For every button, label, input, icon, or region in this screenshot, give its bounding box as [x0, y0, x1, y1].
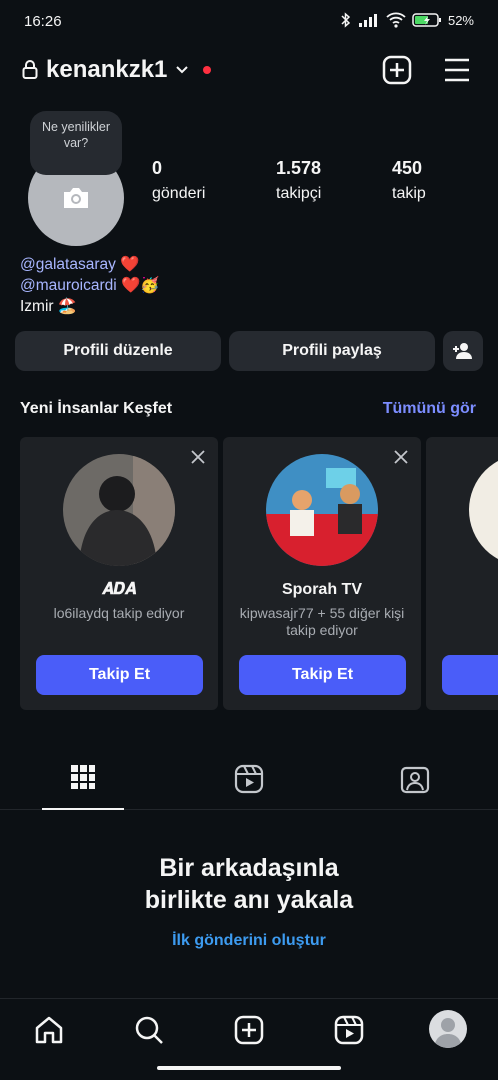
close-icon[interactable]	[393, 449, 409, 465]
bio-location: Izmir 🏖️	[20, 298, 78, 315]
wifi-icon	[386, 12, 406, 28]
status-bar: 16:26 52%	[0, 0, 498, 44]
battery-percent: 52%	[447, 12, 474, 28]
tagged-icon	[400, 766, 430, 794]
follow-button[interactable]: Takip Et	[36, 655, 203, 695]
suggestion-avatar[interactable]	[63, 454, 175, 566]
bio-mention-galatasaray[interactable]: @galatasaray ❤️	[20, 254, 160, 275]
suggestion-name: Ya	[426, 581, 498, 599]
stat-followers-label: takipçi	[276, 185, 322, 202]
bio-mention-mauroicardi[interactable]: @mauroicardi ❤️🥳	[20, 275, 160, 296]
create-post-icon[interactable]	[232, 1013, 266, 1047]
discover-title: Yeni İnsanlar Keşfet	[20, 400, 173, 417]
stat-following[interactable]: 450 takip	[392, 158, 426, 203]
suggestion-card[interactable]: Ya lo6ilaydq T	[426, 437, 498, 710]
stat-following-value: 450	[392, 158, 423, 178]
chevron-down-icon	[176, 66, 189, 74]
suggestion-mutuals: lo6ilaydq takip ediyor	[53, 605, 185, 621]
stat-posts-label: gönderi	[152, 185, 206, 202]
edit-profile-button[interactable]: Profili düzenle	[15, 331, 221, 371]
create-first-post-link[interactable]: İlk gönderini oluştur	[0, 932, 498, 950]
home-indicator	[157, 1066, 341, 1070]
grid-icon	[71, 765, 95, 789]
status-icons: 52%	[340, 12, 474, 28]
suggestion-card[interactable]: Sporah TV kipwasajr77 + 55 diğer kişi ta…	[223, 437, 421, 710]
profile-tabs	[0, 756, 498, 810]
profile-nav-avatar[interactable]	[429, 1010, 467, 1048]
username: kenankzk1	[46, 56, 168, 83]
suggestion-carousel[interactable]: 𝑨𝑫𝑨 lo6ilaydq takip ediyor Takip Et Spor…	[20, 437, 498, 710]
profile-avatar-icon	[434, 1018, 462, 1048]
suggestion-avatar[interactable]	[469, 454, 498, 566]
suggestion-name: 𝑨𝑫𝑨	[102, 581, 136, 598]
stat-posts-value: 0	[152, 158, 163, 178]
reels-nav-icon[interactable]	[332, 1013, 366, 1047]
home-icon[interactable]	[32, 1013, 66, 1047]
follow-button[interactable]: T	[442, 655, 498, 695]
suggestion-avatar[interactable]	[266, 454, 378, 566]
discover-people-button[interactable]	[443, 331, 483, 371]
create-icon[interactable]	[381, 54, 413, 86]
status-time: 16:26	[24, 13, 62, 30]
add-person-icon	[453, 343, 472, 359]
lock-icon	[22, 60, 38, 79]
battery-icon	[412, 13, 441, 27]
menu-icon[interactable]	[441, 54, 473, 86]
tab-posts[interactable]	[42, 756, 124, 810]
search-icon[interactable]	[132, 1013, 166, 1047]
suggestion-name: Sporah TV	[281, 581, 362, 598]
profile-header: kenankzk1	[0, 52, 498, 92]
see-all-link[interactable]: Tümünü gör	[383, 400, 476, 418]
suggestion-mutuals: kipwasajr77 + 55 diğer kişi takip ediyor	[239, 605, 405, 638]
notes-bubble[interactable]: Ne yenilikler var?	[30, 111, 122, 175]
follow-button[interactable]: Takip Et	[239, 655, 406, 695]
bluetooth-icon	[341, 12, 351, 28]
close-icon[interactable]	[190, 449, 206, 465]
suggestion-card[interactable]: 𝑨𝑫𝑨 lo6ilaydq takip ediyor Takip Et	[20, 437, 218, 710]
stat-following-label: takip	[392, 185, 426, 202]
reels-icon	[234, 764, 264, 794]
bio: @galatasaray ❤️ @mauroicardi ❤️🥳 Izmir 🏖…	[20, 254, 160, 317]
stat-followers[interactable]: 1.578 takipçi	[276, 158, 321, 203]
account-switcher[interactable]: kenankzk1	[22, 56, 212, 84]
stat-posts[interactable]: 0 gönderi	[152, 158, 205, 203]
share-profile-button[interactable]: Profili paylaş	[229, 331, 435, 371]
signal-icon	[358, 14, 377, 27]
tab-tagged[interactable]	[374, 756, 456, 810]
profile-actions: Profili düzenle Profili paylaş	[15, 331, 483, 371]
suggestion-mutuals: lo6ilaydq	[434, 605, 498, 622]
notification-dot	[203, 66, 212, 74]
stat-followers-value: 1.578	[276, 158, 322, 178]
tab-reels[interactable]	[208, 756, 290, 810]
camera-icon	[64, 188, 88, 208]
empty-state-title: Bir arkadaşınla birlikte anı yakala	[144, 854, 354, 914]
